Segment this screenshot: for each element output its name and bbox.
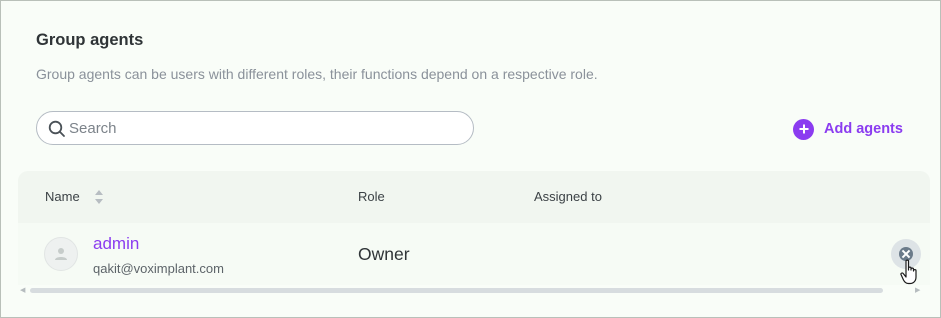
- table-header: Name Role Assigned to: [18, 171, 930, 223]
- agent-role: Owner: [358, 244, 410, 264]
- agent-name-link[interactable]: admin: [93, 234, 139, 254]
- column-header-assigned-to: Assigned to: [534, 189, 602, 204]
- remove-agent-button[interactable]: [891, 239, 921, 269]
- search-icon: [48, 120, 65, 137]
- column-header-name[interactable]: Name: [45, 189, 80, 204]
- user-icon: [55, 248, 67, 260]
- table-row: admin qakit@voximplant.com Owner: [18, 223, 930, 285]
- group-agents-panel: Group agents Group agents can be users w…: [0, 0, 941, 318]
- add-agents-button[interactable]: Add agents: [793, 118, 903, 140]
- search-box[interactable]: [36, 111, 474, 145]
- agent-email: qakit@voximplant.com: [93, 261, 224, 276]
- scrollbar-thumb[interactable]: [30, 288, 883, 293]
- section-description: Group agents can be users with different…: [36, 66, 598, 82]
- scroll-right-icon[interactable]: ▶: [915, 287, 920, 294]
- sort-icon[interactable]: [94, 189, 104, 205]
- column-header-role: Role: [358, 189, 385, 204]
- add-agents-label: Add agents: [824, 121, 903, 137]
- close-icon: [899, 247, 913, 261]
- agents-table: Name Role Assigned to admin qakit@voximp…: [18, 171, 930, 295]
- section-title: Group agents: [36, 31, 144, 49]
- horizontal-scrollbar[interactable]: ◀ ▶: [18, 287, 930, 294]
- search-input[interactable]: [69, 116, 459, 140]
- avatar: [44, 237, 78, 271]
- plus-circle-icon: [793, 118, 814, 140]
- scroll-left-icon[interactable]: ◀: [20, 287, 25, 294]
